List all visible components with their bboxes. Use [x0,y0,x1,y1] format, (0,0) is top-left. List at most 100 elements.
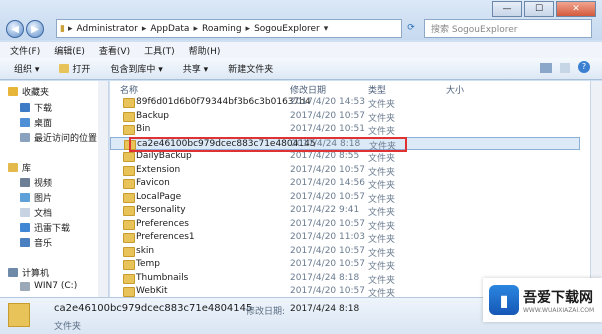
file-type: 文件夹 [368,262,396,272]
menu-file[interactable]: 文件(F) [10,44,40,57]
share-button[interactable]: 共享 ▾ [183,62,208,75]
file-name: Thumbnails [136,272,189,283]
download-icon [20,103,30,112]
nav-desktop-label: 桌面 [34,119,53,129]
nav-thunder[interactable]: 迅雷下载 [20,221,70,234]
file-date: 2017/4/20 10:57 [290,286,365,296]
nav-desktop[interactable]: 桌面 [20,116,52,129]
nav-video[interactable]: 视频 [20,176,52,189]
folder-icon [8,303,30,327]
file-date: 2017/4/20 10:57 [290,164,365,175]
file-name: Favicon [136,178,170,188]
folder-icon [123,273,135,284]
address-bar[interactable]: ▮ ▸ Administrator ▸ AppData ▸ Roaming ▸ … [56,19,402,38]
nav-music[interactable]: 音乐 [20,236,52,249]
file-date: 2017/4/20 10:57 [290,259,365,269]
file-name: Personality [136,205,186,215]
nav-computer[interactable]: 计算机 [8,266,49,279]
refresh-icon[interactable]: ⟳ [403,20,419,36]
help-icon[interactable]: ? [578,61,590,73]
status-name: ca2e46100bc979dcec883c71e4804145 [54,303,253,314]
file-date: 2017/4/20 10:57 [290,110,365,121]
explorer-window: — ☐ ✕ ◀ ▶ ▮ ▸ Administrator ▸ AppData ▸ … [0,0,602,334]
file-row[interactable]: Personality 2017/4/22 9:41 文件夹 [110,204,580,218]
file-row[interactable]: Bin 2017/4/20 10:51 文件夹 [110,123,580,137]
file-type: 文件夹 [368,248,396,259]
nav-drive-c[interactable]: WIN7 (C:) [20,281,77,291]
maximize-button[interactable]: ☐ [524,1,554,17]
file-row[interactable]: Extension 2017/4/20 10:57 文件夹 [110,164,580,178]
breadcrumb-sogouexplorer[interactable]: SogouExplorer [250,24,324,34]
search-input[interactable]: 搜索 SogouExplorer [424,19,592,38]
menu-help[interactable]: 帮助(H) [189,44,221,57]
address-row: — ☐ ✕ ◀ ▶ ▮ ▸ Administrator ▸ AppData ▸ … [0,0,602,40]
organize-button[interactable]: 组织 ▾ [14,62,39,75]
nav-recent[interactable]: 最近访问的位置 [20,131,97,144]
column-type[interactable]: 类型 [368,83,386,96]
file-date: 2017/4/20 10:57 [290,245,365,256]
menu-view[interactable]: 查看(V) [99,44,130,57]
breadcrumb-administrator[interactable]: Administrator [72,24,141,34]
open-button[interactable]: 打开 [59,62,90,75]
view-icon[interactable] [540,63,552,73]
watermark-url: WWW.WUAIXIAZAI.COM [523,306,595,314]
column-name[interactable]: 名称 [120,83,138,96]
watermark-title: 吾爱下载网 [523,289,593,306]
file-name: DailyBackup [136,151,192,161]
file-row[interactable]: 89f6d01d6b0f79344bf3b6c3b01637b4 2017/4/2… [110,96,580,110]
chevron-down-icon[interactable]: ▾ [324,24,329,34]
file-row[interactable]: Preferences 2017/4/20 10:57 文件夹 [110,218,580,232]
nav-library[interactable]: 库 [8,161,31,174]
highlight-box [129,137,407,152]
close-button[interactable]: ✕ [556,1,596,17]
nav-music-label: 音乐 [34,239,53,249]
nav-computer-label: 计算机 [22,269,50,279]
nav-scrollbar[interactable] [98,81,108,297]
file-row[interactable]: Backup 2017/4/20 10:57 文件夹 [110,110,580,124]
status-date: 2017/4/24 8:18 [290,304,360,314]
folder-icon [123,179,135,189]
folder-icon [123,206,135,216]
file-list-scrollbar[interactable] [590,81,602,297]
file-type: 文件夹 [368,221,396,232]
file-row[interactable]: skin 2017/4/20 10:57 文件夹 [110,245,580,259]
column-header: 名称 修改日期 类型 大小 [110,81,590,96]
file-row[interactable]: LocalPage 2017/4/20 10:57 文件夹 [110,191,580,205]
new-folder-button[interactable]: 新建文件夹 [228,62,273,75]
nav-pictures[interactable]: 图片 [20,191,52,204]
forward-button[interactable]: ▶ [26,20,44,38]
nav-recent-label: 最近访问的位置 [34,134,98,144]
minimize-button[interactable]: — [492,1,522,17]
file-date: 2017/4/20 10:57 [290,191,365,202]
file-row[interactable]: Preferences1 2017/4/20 11:03 文件夹 [110,231,580,245]
file-row[interactable]: Favicon 2017/4/20 14:56 文件夹 [110,177,580,191]
nav-thunder-label: 迅雷下载 [34,224,71,234]
preview-pane-icon[interactable] [560,63,570,73]
file-type: 文件夹 [368,235,396,245]
menu-tools[interactable]: 工具(T) [144,44,175,57]
window-controls: — ☐ ✕ [492,1,596,17]
file-row[interactable]: Temp 2017/4/20 10:57 文件夹 [110,258,580,272]
pictures-icon [20,193,30,202]
file-name: Preferences [136,218,189,229]
nav-documents[interactable]: 文档 [20,206,52,219]
include-library-button[interactable]: 包含到库中 ▾ [110,62,162,75]
file-name: Extension [136,164,181,175]
breadcrumb-appdata[interactable]: AppData [146,24,193,34]
column-size[interactable]: 大小 [446,83,464,96]
file-type: 文件夹 [368,275,396,286]
menu-edit[interactable]: 编辑(E) [54,44,85,57]
breadcrumb-roaming[interactable]: Roaming [198,24,246,34]
nav-favorites[interactable]: 收藏夹 [8,85,49,98]
file-date: 2017/4/20 8:55 [290,151,360,161]
file-name: skin [136,245,155,256]
file-name: Preferences1 [136,232,195,242]
file-type: 文件夹 [368,113,396,124]
nav-documents-label: 文档 [34,209,53,219]
folder-icon [123,260,135,270]
back-button[interactable]: ◀ [6,20,24,38]
column-date[interactable]: 修改日期 [290,83,326,96]
file-date: 2017/4/24 8:18 [290,272,360,283]
nav-download[interactable]: 下载 [20,101,52,114]
nav-download-label: 下载 [34,104,53,114]
